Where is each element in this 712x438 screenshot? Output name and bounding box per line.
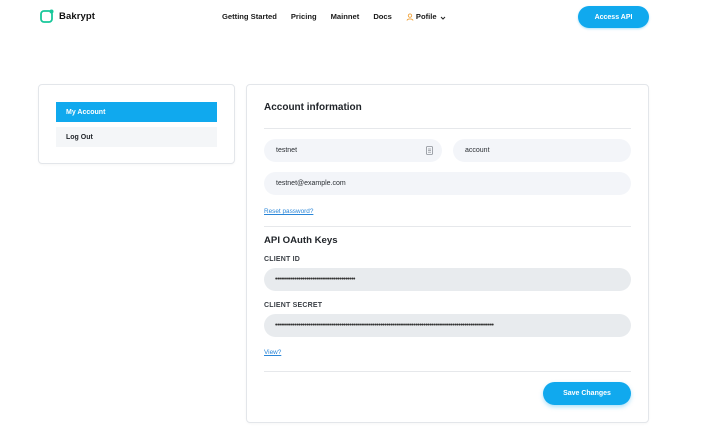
brand-name: Bakrypt [59, 10, 96, 22]
contact-card-icon [426, 146, 433, 155]
user-icon [406, 12, 414, 21]
divider [264, 371, 631, 372]
nav-pricing[interactable]: Pricing [291, 12, 317, 21]
sidebar-item-log-out[interactable]: Log Out [56, 127, 217, 147]
account-card: Account information testnet account test… [246, 84, 649, 423]
first-name-value: testnet [276, 147, 298, 154]
brand-logo[interactable]: Bakrypt [40, 9, 95, 23]
email-value: testnet@example.com [276, 180, 346, 187]
first-name-field[interactable]: testnet [264, 139, 442, 162]
last-name-value: account [465, 147, 490, 154]
save-changes-button[interactable]: Save Changes [543, 382, 631, 405]
account-sidebar: My Account Log Out [38, 84, 235, 164]
oauth-keys-title: API OAuth Keys [264, 235, 338, 246]
nav-mainnet[interactable]: Mainnet [331, 12, 360, 21]
sidebar-item-my-account[interactable]: My Account [56, 102, 217, 122]
nav-docs[interactable]: Docs [373, 12, 392, 21]
last-name-field[interactable]: account [453, 139, 631, 162]
view-secret-link[interactable]: View? [264, 349, 281, 356]
nav-getting-started[interactable]: Getting Started [222, 12, 277, 21]
main-nav: Getting Started Pricing Mainnet Docs Pof… [222, 12, 446, 21]
client-id-field[interactable]: ••••••••••••••••••••••••••••••••••••••••… [264, 268, 631, 291]
reset-password-link[interactable]: Reset password? [264, 208, 313, 215]
profile-menu[interactable]: Pofile [406, 12, 446, 21]
chevron-down-icon [440, 14, 446, 20]
bakrypt-logo-icon [40, 9, 54, 23]
top-navbar: Bakrypt Getting Started Pricing Mainnet … [0, 0, 712, 36]
client-secret-value: ••••••••••••••••••••••••••••••••••••••••… [275, 322, 494, 329]
client-id-value: ••••••••••••••••••••••••••••••••••••••••… [275, 276, 355, 283]
profile-label: Pofile [415, 12, 437, 21]
divider [264, 128, 631, 129]
client-secret-field[interactable]: ••••••••••••••••••••••••••••••••••••••••… [264, 314, 631, 337]
access-api-button[interactable]: Access API [578, 6, 649, 28]
client-secret-label: CLIENT SECRET [264, 302, 323, 309]
email-field[interactable]: testnet@example.com [264, 172, 631, 195]
client-id-label: CLIENT ID [264, 256, 301, 263]
account-info-title: Account information [264, 102, 362, 113]
divider [264, 226, 631, 227]
